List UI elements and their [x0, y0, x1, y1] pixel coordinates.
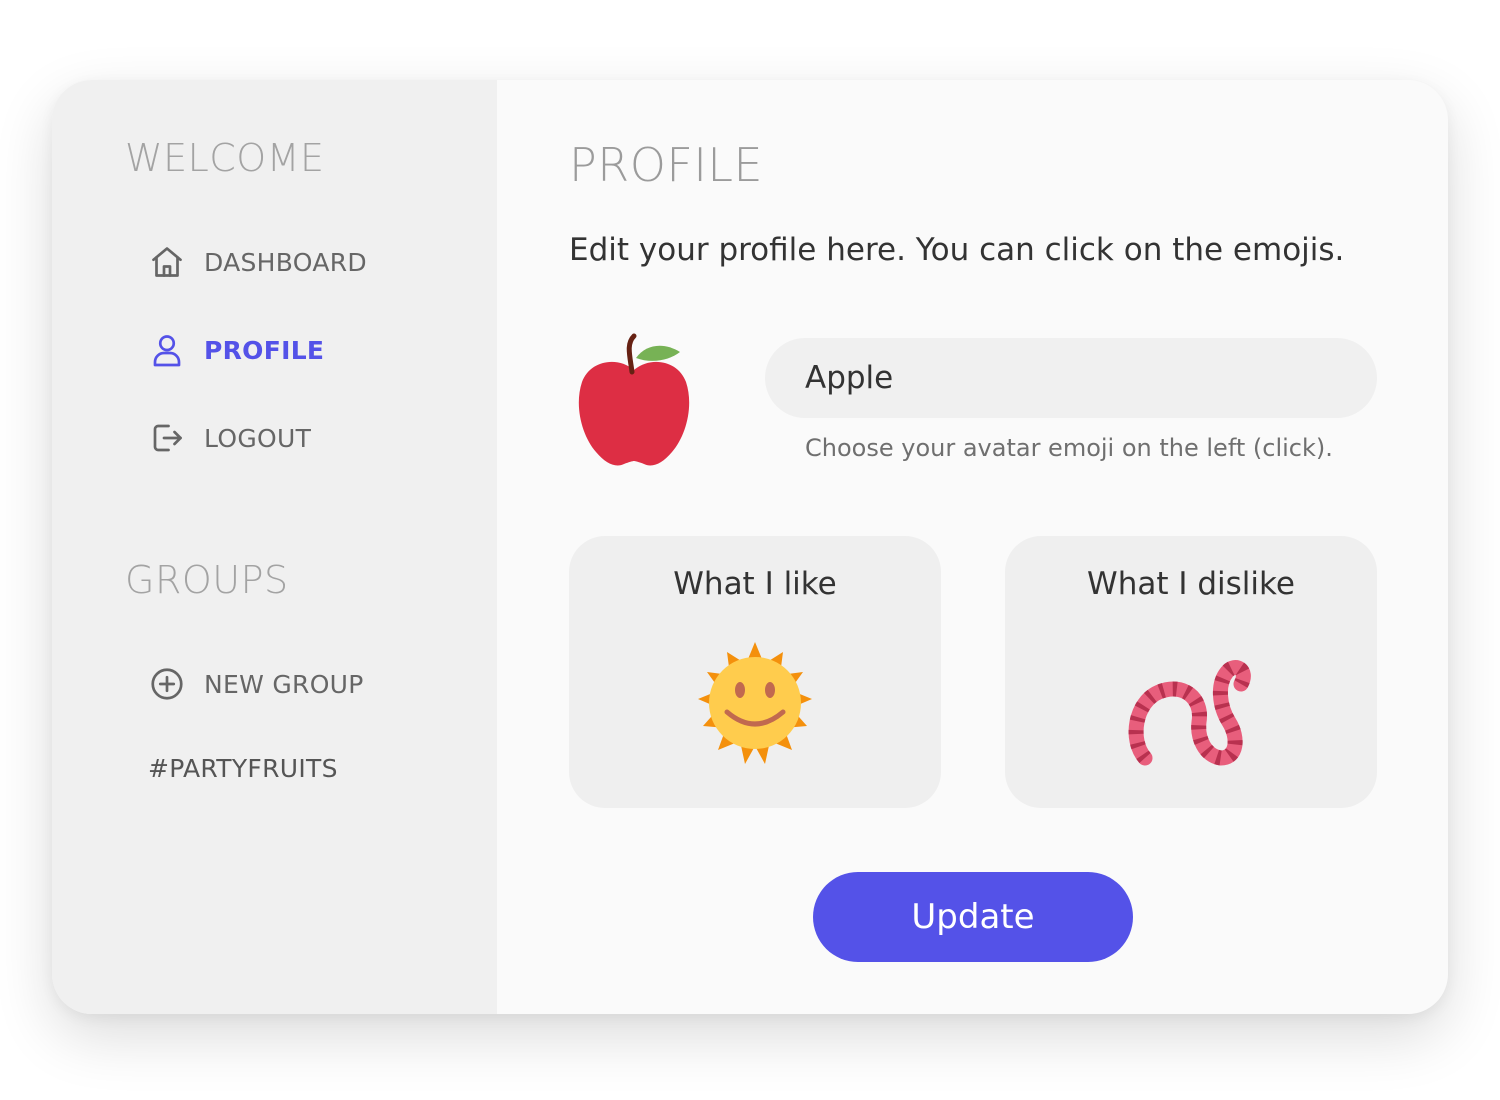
profile-window: WELCOME DASHBOARD PROFILE LOGOUT GROUPS … — [52, 80, 1448, 1014]
sun-emoji-icon — [689, 640, 821, 772]
page-title: PROFILE — [569, 138, 764, 192]
new-group-label: NEW GROUP — [204, 669, 364, 699]
sidebar: WELCOME DASHBOARD PROFILE LOGOUT GROUPS … — [52, 80, 497, 1014]
nav-profile[interactable]: PROFILE — [148, 328, 324, 372]
logout-icon — [148, 419, 186, 457]
name-field[interactable] — [765, 338, 1377, 418]
new-group-button[interactable]: NEW GROUP — [148, 662, 364, 706]
nav-logout[interactable]: LOGOUT — [148, 416, 311, 460]
like-card[interactable]: What I like — [569, 536, 941, 808]
group-link-partyfruits[interactable]: #PARTYFRUITS — [148, 754, 338, 783]
avatar-emoji-button[interactable] — [574, 332, 694, 474]
nav-logout-label: LOGOUT — [204, 423, 312, 453]
worm-emoji-icon — [1125, 640, 1257, 772]
nav-dashboard[interactable]: DASHBOARD — [148, 240, 367, 284]
dislike-label: What I dislike — [1087, 566, 1295, 602]
user-icon — [148, 331, 186, 369]
nav-dashboard-label: DASHBOARD — [204, 247, 367, 277]
home-icon — [148, 243, 186, 281]
like-label: What I like — [673, 566, 837, 602]
nav-profile-label: PROFILE — [204, 335, 325, 365]
plus-circle-icon — [148, 665, 186, 703]
dislike-card[interactable]: What I dislike — [1005, 536, 1377, 808]
apple-emoji-icon — [578, 333, 690, 466]
update-button[interactable]: Update — [813, 872, 1133, 962]
instruction-text: Edit your profile here. You can click on… — [569, 232, 1345, 268]
groups-heading: GROUPS — [125, 558, 289, 602]
welcome-heading: WELCOME — [125, 136, 325, 180]
avatar-hint-text: Choose your avatar emoji on the left (cl… — [805, 434, 1333, 462]
